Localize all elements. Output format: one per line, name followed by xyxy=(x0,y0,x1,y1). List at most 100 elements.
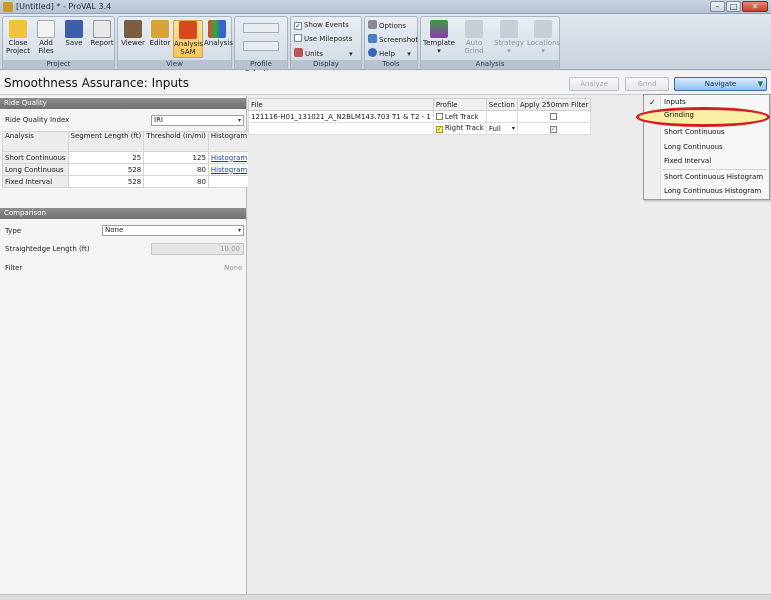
ribbon-group-analysis: Template ▾ Auto Grind Strategy ▾ Locations… xyxy=(420,16,560,70)
show-events-toggle[interactable]: ✓ Show Events xyxy=(294,20,349,30)
profile-cell[interactable]: Left Track xyxy=(432,110,487,123)
straightedge-length-input[interactable]: 10.00 xyxy=(151,243,244,255)
threshold-cell[interactable]: 80 xyxy=(143,163,209,176)
checkbox-icon: ✓ xyxy=(294,22,302,30)
strategy-button[interactable]: Strategy ▾ xyxy=(493,20,525,55)
section-cell[interactable] xyxy=(485,110,518,123)
comparison-type-select[interactable]: None ▾ xyxy=(102,225,244,236)
add-files-button[interactable]: Add Files xyxy=(33,20,59,55)
file-name-cell[interactable]: 121116-H01_131021_A_N2BLM143.703 T1 & T2… xyxy=(248,110,434,123)
auto-grind-button[interactable]: Auto Grind xyxy=(457,20,491,55)
help-dropdown[interactable]: Help ▾ xyxy=(368,48,411,59)
close-window-button[interactable]: ✕ xyxy=(742,1,768,12)
menu-item-grinding[interactable]: Grinding xyxy=(664,111,694,119)
filter-cell[interactable]: ✓ xyxy=(516,122,592,135)
histogram-link[interactable]: Histogram xyxy=(211,166,247,174)
section-select[interactable]: Full ▾ xyxy=(485,122,518,135)
locations-button[interactable]: Locations ▾ xyxy=(527,20,560,55)
navigate-dropdown[interactable]: Navigate ▼ xyxy=(674,77,767,91)
ride-quality-index-label: Ride Quality Index xyxy=(5,116,70,124)
add-file-icon xyxy=(37,20,55,38)
options-button[interactable]: Options xyxy=(368,20,406,31)
checkbox-icon xyxy=(294,34,302,42)
segment-length-cell[interactable]: 25 xyxy=(67,151,145,164)
units-icon xyxy=(294,48,303,57)
status-bar xyxy=(0,594,771,600)
page-title: Smoothness Assurance: Inputs xyxy=(4,76,189,90)
pencil-icon xyxy=(151,20,169,38)
column-header: Histogram xyxy=(207,131,251,152)
chevron-down-icon: ▾ xyxy=(511,124,515,132)
histogram-link[interactable]: Histogram xyxy=(211,154,247,162)
auto-grind-icon xyxy=(465,20,483,38)
threshold-cell[interactable]: 80 xyxy=(143,175,209,188)
analysis-button[interactable]: Analysis xyxy=(204,20,233,47)
ride-quality-index-select[interactable]: IRI ▾ xyxy=(151,115,244,126)
table-row: Long Continuous 528 80 Histogram xyxy=(2,163,251,176)
column-header: Section xyxy=(485,98,518,111)
minimize-button[interactable]: – xyxy=(710,1,725,12)
template-button[interactable]: Template ▾ xyxy=(423,20,455,55)
menu-item-short-continuous-histogram[interactable]: Short Continuous Histogram xyxy=(664,173,763,181)
chevron-down-icon: ▾ xyxy=(237,227,241,234)
grind-button[interactable]: Grind xyxy=(625,77,669,91)
ribbon-group-tools: Options Screenshot Help ▾ Tools xyxy=(364,16,418,70)
ribbon-group-label: Analysis xyxy=(421,60,559,69)
units-dropdown[interactable]: Units ▾ xyxy=(294,48,353,59)
close-project-button[interactable]: Close Project xyxy=(5,20,31,55)
menu-item-long-continuous-histogram[interactable]: Long Continuous Histogram xyxy=(664,187,761,195)
analysis-cell: Long Continuous xyxy=(2,163,69,176)
binoculars-icon xyxy=(124,20,142,38)
segment-length-cell[interactable]: 528 xyxy=(67,175,145,188)
menu-item-fixed-interval[interactable]: Fixed Interval xyxy=(664,157,711,165)
report-icon xyxy=(93,20,111,38)
save-button[interactable]: Save xyxy=(61,20,87,47)
screenshot-button[interactable]: Screenshot xyxy=(368,34,418,45)
checkbox-checked-icon[interactable]: ✓ xyxy=(549,126,557,133)
report-button[interactable]: Report xyxy=(89,20,115,47)
menu-item-long-continuous[interactable]: Long Continuous xyxy=(664,143,723,151)
viewer-button[interactable]: Viewer xyxy=(120,20,146,47)
file-name-cell xyxy=(248,122,434,135)
bar-chart-icon xyxy=(208,20,226,38)
threshold-cell[interactable]: 125 xyxy=(143,151,209,164)
ribbon-group-view: Viewer Editor Analysis SAM Analysis View xyxy=(117,16,233,70)
ride-quality-header: Ride Quality xyxy=(0,98,246,109)
segment-length-cell[interactable]: 528 xyxy=(67,163,145,176)
analyze-button[interactable]: Analyze xyxy=(569,77,619,91)
ribbon-group-project: Close Project Add Files Save Report Proj… xyxy=(2,16,115,70)
checkbox-icon[interactable] xyxy=(435,112,443,120)
profile-select-icon[interactable] xyxy=(243,41,279,51)
column-header: Segment Length (ft) xyxy=(67,131,145,152)
filter-label: Filter xyxy=(5,264,23,272)
gear-icon xyxy=(368,20,377,29)
ribbon-group-display: ✓ Show Events Use Mileposts Units ▾ Displ… xyxy=(290,16,362,70)
table-row: Short Continuous 25 125 Histogram xyxy=(2,151,251,164)
use-mileposts-toggle[interactable]: Use Mileposts xyxy=(294,34,352,44)
filter-value: None xyxy=(224,264,243,272)
maximize-button[interactable]: □ xyxy=(726,1,741,12)
filter-cell[interactable] xyxy=(516,110,592,123)
table-row: ✓ Right Track Full ▾ ✓ xyxy=(248,122,592,135)
template-icon xyxy=(430,20,448,38)
title-bar: [Untitled] * - ProVAL 3.4 – □ ✕ xyxy=(0,0,771,14)
editor-button[interactable]: Editor xyxy=(147,20,173,47)
highlight-ring xyxy=(636,107,770,127)
column-header: File xyxy=(248,98,434,111)
checkbox-checked-icon[interactable]: ✓ xyxy=(435,126,443,133)
ribbon-group-label: View xyxy=(118,60,231,69)
menu-item-short-continuous[interactable]: Short Continuous xyxy=(664,128,725,136)
column-header: Profile xyxy=(432,98,487,111)
locations-icon xyxy=(534,20,552,38)
profile-list-icon[interactable] xyxy=(243,23,279,33)
profile-cell[interactable]: ✓ Right Track xyxy=(432,122,487,135)
analysis-cell: Short Continuous xyxy=(2,151,69,164)
inputs-panel: Ride Quality Ride Quality Index IRI ▾ An… xyxy=(0,96,251,600)
page-header: Smoothness Assurance: Inputs Analyze Gri… xyxy=(0,71,771,95)
help-icon xyxy=(368,48,377,57)
checkbox-icon[interactable] xyxy=(549,112,557,120)
menu-item-inputs[interactable]: Inputs xyxy=(664,98,686,106)
analysis-sam-button[interactable]: Analysis SAM xyxy=(173,20,203,58)
histogram-cell xyxy=(207,175,251,188)
ribbon-group-label: Project xyxy=(3,60,114,69)
